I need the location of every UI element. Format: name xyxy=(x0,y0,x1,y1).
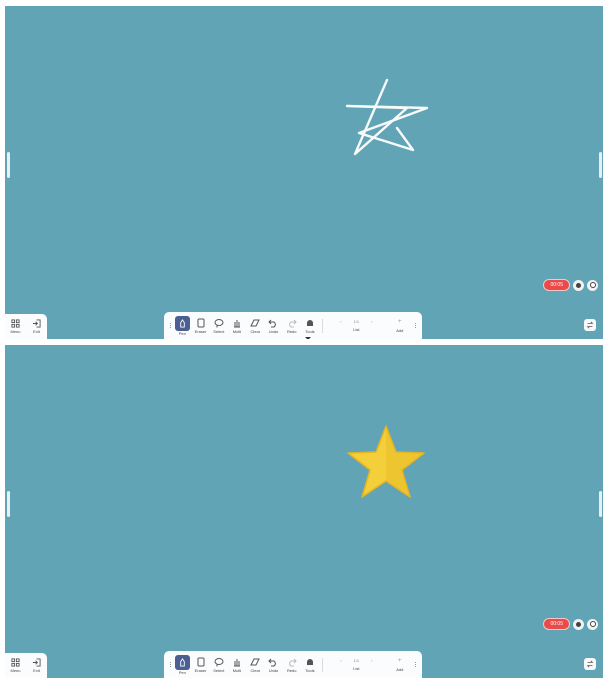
right-edge-handle[interactable] xyxy=(599,491,602,517)
exit-button[interactable]: Exit xyxy=(28,658,46,673)
hand-icon xyxy=(234,658,241,666)
recording-controls: 00:05 xyxy=(543,618,598,630)
tools-label: Tools xyxy=(305,328,315,334)
menu-label: Menu xyxy=(10,329,21,334)
grid-menu-icon xyxy=(11,319,20,328)
tools-label: Tools xyxy=(305,667,315,673)
exit-button[interactable]: Exit xyxy=(28,319,46,334)
next-page-icon[interactable]: › xyxy=(371,658,372,663)
left-control-box: Menu Exit xyxy=(5,653,47,678)
add-label: Add xyxy=(396,327,404,333)
eraser-icon xyxy=(197,318,205,327)
undo-icon xyxy=(268,658,277,666)
plus-icon: + xyxy=(398,318,402,325)
redo-label: Redo xyxy=(286,328,297,334)
pen-icon xyxy=(180,657,185,667)
swap-icon xyxy=(586,660,594,668)
clear-label: Clear xyxy=(250,667,261,673)
recording-timer: 00:05 xyxy=(543,618,570,630)
lasso-select-icon xyxy=(214,318,224,327)
list-label: List xyxy=(353,327,360,332)
undo-label: Undo xyxy=(268,328,279,334)
recording-controls: 00:05 xyxy=(543,279,598,291)
multi-touch-button[interactable]: Multi xyxy=(228,314,246,338)
exit-icon xyxy=(32,658,41,667)
multi-label: Multi xyxy=(232,667,242,673)
eraser-label: Eraser xyxy=(194,667,207,673)
left-edge-handle[interactable] xyxy=(7,491,10,517)
tools-icon xyxy=(306,658,313,665)
redo-icon xyxy=(288,319,297,327)
toolbar-drag-handle-right[interactable] xyxy=(413,662,418,667)
redo-icon xyxy=(288,658,297,666)
next-page-icon[interactable]: › xyxy=(371,319,372,324)
page-list-control[interactable]: ‹ 1/1 › List xyxy=(326,314,387,338)
tools-icon xyxy=(306,319,313,326)
lasso-select-icon xyxy=(214,657,224,666)
record-pause-button[interactable] xyxy=(587,279,598,291)
hand-icon xyxy=(234,319,241,327)
recognized-star-shape[interactable] xyxy=(345,423,427,501)
left-control-box: Menu Exit xyxy=(5,314,47,339)
pen-tool-button[interactable]: Pen xyxy=(173,314,191,338)
bottom-toolbar: Pen Eraser Select Multi Clear Undo Redo xyxy=(164,651,422,678)
toolbar-divider xyxy=(322,318,323,333)
undo-label: Undo xyxy=(268,667,279,673)
switch-screen-button[interactable] xyxy=(584,319,596,331)
page-indicator: 1/1 xyxy=(353,319,360,324)
left-edge-handle[interactable] xyxy=(7,152,10,178)
record-stop-button[interactable] xyxy=(573,618,584,630)
toolbar-drag-handle-right[interactable] xyxy=(413,323,418,328)
whiteboard-canvas-before[interactable]: 00:05 Menu Exit Pen Eraser Select Multi … xyxy=(5,6,603,339)
eraser-tool-button[interactable]: Eraser xyxy=(191,314,209,338)
select-tool-button[interactable]: Select xyxy=(210,314,228,338)
menu-label: Menu xyxy=(10,668,21,673)
redo-label: Redo xyxy=(286,667,297,673)
page-indicator: 1/1 xyxy=(353,658,360,663)
eraser-label: Eraser xyxy=(194,328,207,334)
list-label: List xyxy=(353,666,360,671)
eraser-icon xyxy=(197,657,205,666)
menu-button[interactable]: Menu xyxy=(7,658,25,673)
grid-menu-icon xyxy=(11,658,20,667)
pen-active-caret-icon xyxy=(305,337,311,339)
exit-icon xyxy=(32,319,41,328)
hand-drawn-star-stroke[interactable] xyxy=(339,78,429,158)
plus-icon: + xyxy=(398,657,402,664)
redo-button[interactable]: Redo xyxy=(283,314,301,338)
clear-button[interactable]: Clear xyxy=(246,314,264,338)
clear-icon xyxy=(250,658,261,665)
toolbar-divider xyxy=(322,657,323,672)
swap-icon xyxy=(586,321,594,329)
multi-label: Multi xyxy=(232,328,242,334)
exit-label: Exit xyxy=(33,668,40,673)
select-label: Select xyxy=(213,667,225,673)
switch-screen-button[interactable] xyxy=(584,658,596,670)
undo-icon xyxy=(268,319,277,327)
pen-icon xyxy=(180,318,185,328)
add-label: Add xyxy=(396,666,404,672)
undo-button[interactable]: Undo xyxy=(264,314,282,338)
add-page-button[interactable]: + Add xyxy=(387,314,413,338)
select-label: Select xyxy=(213,328,225,334)
right-edge-handle[interactable] xyxy=(599,152,602,178)
clear-icon xyxy=(250,319,261,326)
menu-button[interactable]: Menu xyxy=(7,319,25,334)
tools-button[interactable]: Tools xyxy=(301,314,319,338)
clear-label: Clear xyxy=(250,328,261,334)
bottom-toolbar: Pen Eraser Select Multi Clear Undo Redo xyxy=(164,312,422,339)
record-pause-button[interactable] xyxy=(587,618,598,630)
record-stop-button[interactable] xyxy=(573,279,584,291)
pen-label: Pen xyxy=(178,330,186,336)
whiteboard-canvas-after[interactable]: 00:05 Menu Exit Pen Eraser Select Multi … xyxy=(5,345,603,678)
recording-timer: 00:05 xyxy=(543,279,570,291)
prev-page-icon[interactable]: ‹ xyxy=(340,319,341,324)
prev-page-icon[interactable]: ‹ xyxy=(340,658,341,663)
exit-label: Exit xyxy=(33,329,40,334)
